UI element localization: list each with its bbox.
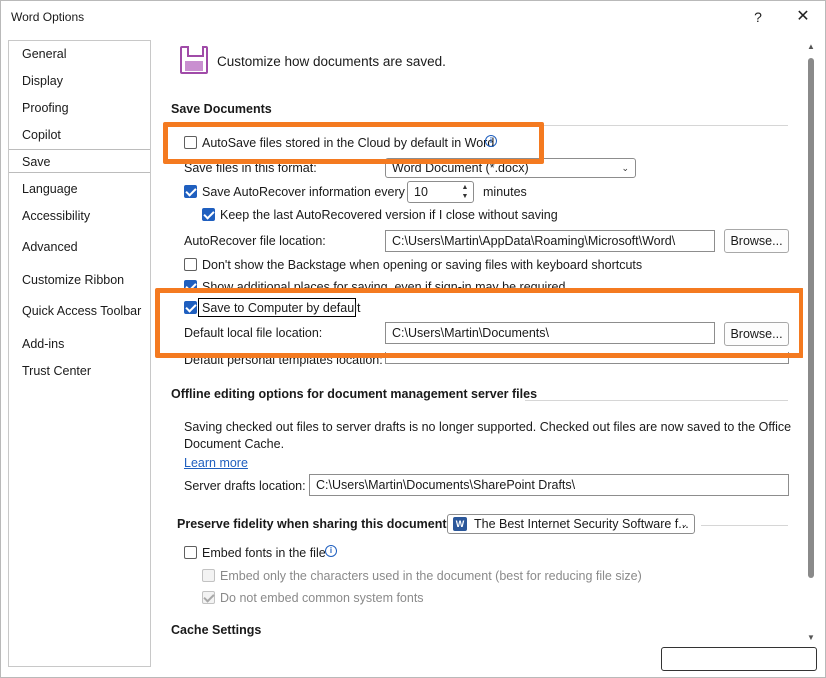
scroll-up-arrow-icon[interactable]: ▲ <box>807 42 815 51</box>
autorecover-label: Save AutoRecover information every <box>202 185 405 199</box>
save-floppy-icon <box>180 46 208 74</box>
server-drafts-input[interactable]: C:\Users\Martin\Documents\SharePoint Dra… <box>309 474 789 496</box>
word-document-icon: W <box>453 517 467 531</box>
fidelity-document-dropdown[interactable]: W The Best Internet Security Software f.… <box>447 514 695 534</box>
autorecover-browse-button[interactable]: Browse... <box>724 229 789 253</box>
autosave-highlight-box <box>163 122 544 164</box>
section-divider <box>701 525 788 526</box>
word-options-dialog: Word Options ? ✕ General Display Proofin… <box>0 0 826 678</box>
offline-notice-line-2: Document Cache. <box>184 437 285 451</box>
vertical-scrollbar[interactable]: ▲ ▼ <box>803 40 819 644</box>
embed-fonts-label: Embed fonts in the file <box>202 546 326 560</box>
save-documents-title: Save Documents <box>171 102 272 116</box>
fidelity-document-value: The Best Internet Security Software f... <box>474 517 689 531</box>
page-header-text: Customize how documents are saved. <box>217 54 446 69</box>
sidebar-item-customize-ribbon[interactable]: Customize Ribbon <box>9 268 150 292</box>
help-button[interactable]: ? <box>745 5 771 29</box>
close-button[interactable]: ✕ <box>789 5 817 29</box>
chevron-down-icon: ⌄ <box>680 519 688 529</box>
sidebar-item-accessibility[interactable]: Accessibility <box>9 204 150 228</box>
scroll-thumb[interactable] <box>808 58 814 578</box>
spinner-arrows-icon[interactable]: ▲ ▼ <box>460 183 470 201</box>
offline-notice-line-1: Saving checked out files to server draft… <box>184 420 792 434</box>
scroll-down-arrow-icon[interactable]: ▼ <box>807 633 815 642</box>
sidebar-item-display[interactable]: Display <box>9 69 150 93</box>
do-not-embed-system-fonts-checkbox[interactable] <box>202 591 215 604</box>
autorecover-minutes-spinner[interactable]: 10 ▲ ▼ <box>407 181 474 203</box>
sidebar-item-copilot[interactable]: Copilot <box>9 123 150 147</box>
sidebar-item-save[interactable]: Save <box>9 149 150 173</box>
learn-more-link[interactable]: Learn more <box>184 456 248 470</box>
title-bar: Word Options ? ✕ <box>1 1 826 33</box>
autorecover-location-label: AutoRecover file location: <box>184 234 326 248</box>
chevron-down-icon: ⌄ <box>621 163 629 173</box>
section-divider <box>525 400 788 401</box>
embed-fonts-checkbox[interactable] <box>184 546 197 559</box>
sidebar-item-proofing[interactable]: Proofing <box>9 96 150 120</box>
offline-editing-title: Offline editing options for document man… <box>171 387 538 401</box>
embed-only-used-checkbox[interactable] <box>202 569 215 582</box>
embed-only-used-label: Embed only the characters used in the do… <box>220 569 642 583</box>
keep-last-autorecovered-checkbox[interactable] <box>202 208 215 221</box>
cache-settings-title: Cache Settings <box>171 623 262 637</box>
sidebar-item-add-ins[interactable]: Add-ins <box>9 332 150 356</box>
autorecover-minutes-value: 10 <box>414 185 428 199</box>
autorecover-checkbox[interactable] <box>184 185 197 198</box>
backstage-label: Don't show the Backstage when opening or… <box>202 258 643 272</box>
keep-last-autorecovered-label: Keep the last AutoRecovered version if I… <box>220 208 558 222</box>
sidebar-item-advanced[interactable]: Advanced <box>9 235 150 259</box>
info-icon: i <box>325 545 337 557</box>
autorecover-location-input[interactable]: C:\Users\Martin\AppData\Roaming\Microsof… <box>385 230 715 252</box>
dialog-action-button[interactable] <box>661 647 817 671</box>
save-to-computer-highlight-box <box>155 288 804 358</box>
sidebar-item-language[interactable]: Language <box>9 177 150 201</box>
options-sidebar: General Display Proofing Copilot Save La… <box>8 40 151 667</box>
sidebar-item-quick-access-toolbar[interactable]: Quick Access Toolbar <box>9 299 150 323</box>
window-title: Word Options <box>11 10 85 24</box>
fidelity-title: Preserve fidelity when sharing this docu… <box>177 517 451 531</box>
sidebar-item-general[interactable]: General <box>9 42 150 66</box>
server-drafts-label: Server drafts location: <box>184 479 306 493</box>
sidebar-item-trust-center[interactable]: Trust Center <box>9 359 150 383</box>
backstage-checkbox[interactable] <box>184 258 197 271</box>
do-not-embed-system-fonts-label: Do not embed common system fonts <box>220 591 424 605</box>
minutes-label: minutes <box>483 185 527 199</box>
